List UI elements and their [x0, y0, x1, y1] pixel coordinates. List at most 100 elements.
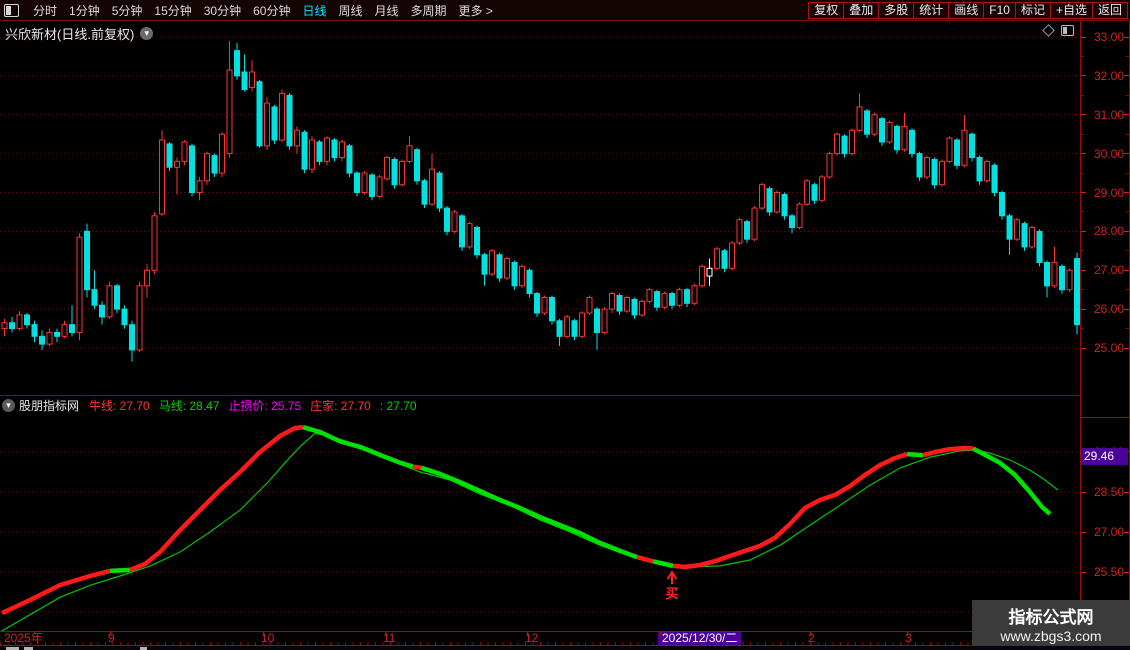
main-chart: 兴欣新材(日线.前复权) ▾ — [0, 21, 1080, 395]
candle — [969, 132, 975, 162]
month-tick — [527, 632, 528, 636]
candle — [114, 283, 120, 314]
toolbar-button[interactable]: +自选 — [1049, 1, 1093, 19]
candle — [519, 264, 525, 288]
candle — [331, 138, 338, 162]
candlestick-chart — [0, 36, 1080, 362]
candle — [774, 190, 780, 214]
candle — [249, 60, 255, 92]
period-tab[interactable]: 5分钟 — [112, 2, 143, 19]
axis-tick — [1126, 328, 1129, 330]
candle — [571, 318, 578, 341]
axis-tick — [1124, 491, 1129, 493]
candle — [84, 223, 90, 298]
period-tab[interactable]: 分时 — [33, 2, 57, 19]
toolbar-button[interactable]: 画线 — [948, 1, 985, 19]
axis-tick — [1124, 153, 1129, 155]
candle — [511, 260, 518, 290]
candle — [1, 318, 8, 337]
panel-toggle-icon[interactable] — [1061, 25, 1074, 36]
candle — [234, 42, 240, 80]
axis-tick — [1124, 75, 1129, 77]
candle — [264, 97, 270, 150]
toolbar-button[interactable]: 返回 — [1091, 1, 1128, 19]
candle — [804, 178, 810, 207]
period-tab[interactable]: 15分钟 — [154, 2, 191, 19]
axis-tick — [1126, 250, 1129, 252]
bull-line-segment — [652, 559, 674, 569]
toolbar-button[interactable]: 多股 — [878, 1, 915, 19]
chevron-down-icon[interactable]: ▾ — [140, 27, 154, 40]
toolbar-right-buttons: 复权 叠加 多股 统计 画线 F10 标记 +自选 返回 — [808, 1, 1128, 19]
indicator-panel: 买 — [0, 414, 1080, 633]
price-axis: 33.00 32.00 31.00 30.00 29.00 28.00 27.00 26.00… — [1080, 21, 1130, 631]
axis-tick — [1124, 114, 1129, 116]
bull-line-segment — [109, 567, 131, 574]
period-tab[interactable]: 日线 — [302, 2, 326, 19]
candle — [976, 155, 983, 185]
axis-tick — [1081, 36, 1086, 38]
candle — [136, 281, 143, 352]
candle — [886, 120, 893, 144]
candle — [984, 159, 990, 183]
candle — [241, 54, 248, 92]
candle — [39, 330, 45, 350]
toolbar-button[interactable]: F10 — [983, 1, 1016, 19]
axis-tick — [1081, 491, 1086, 493]
bull-line-segment — [636, 554, 654, 564]
indicator-value: 牛线: 27.70 — [89, 398, 150, 413]
candle — [1021, 221, 1028, 251]
chart-corner-icons — [1042, 24, 1074, 37]
price-axis-label: 31.00 — [1093, 107, 1124, 122]
diamond-icon[interactable] — [1042, 24, 1055, 37]
period-tab[interactable]: 60分钟 — [253, 2, 290, 19]
candle — [76, 233, 83, 341]
period-tab[interactable]: 月线 — [375, 2, 399, 19]
axis-tick — [1124, 36, 1129, 38]
candle — [871, 112, 878, 137]
candle — [391, 157, 398, 189]
candle — [24, 313, 30, 329]
candle — [789, 213, 795, 234]
toolbar-button[interactable]: 复权 — [808, 1, 845, 19]
candle — [69, 305, 75, 337]
candle — [436, 171, 443, 212]
period-tab[interactable]: 30分钟 — [204, 2, 241, 19]
candle — [1051, 246, 1058, 288]
time-axis-label: 3 — [905, 631, 912, 645]
period-tab[interactable]: 周线 — [338, 2, 362, 19]
watermark-title: 指标公式网 — [1008, 608, 1094, 627]
indicator-chevron-icon[interactable]: ▾ — [2, 398, 15, 412]
watermark-url: www.zbgs3.com — [1000, 628, 1102, 644]
candle — [414, 147, 420, 185]
toolbar-button[interactable]: 叠加 — [843, 1, 880, 19]
time-axis-ticks — [0, 642, 1080, 645]
price-axis-label: 30.00 — [1093, 146, 1124, 161]
candle — [916, 151, 923, 181]
axis-tick — [1081, 75, 1086, 77]
layout-icon[interactable] — [4, 3, 19, 17]
axis-tick — [1126, 211, 1129, 213]
candle — [256, 79, 263, 148]
candle — [714, 246, 720, 271]
candle — [496, 252, 503, 282]
toolbar-button[interactable]: 统计 — [913, 1, 950, 19]
period-tab[interactable]: 1分钟 — [69, 2, 100, 19]
axis-tick — [1126, 55, 1129, 57]
bull-line-segment — [302, 425, 414, 469]
time-axis-label: 2025年 — [4, 631, 43, 645]
period-tab[interactable]: 多周期 — [411, 2, 447, 19]
period-tab-bar: 分时 1分钟 5分钟 15分钟 30分钟 60分钟 日线 周线 月线 多周期 更多 > — [27, 2, 499, 19]
candle — [406, 136, 413, 164]
candle — [639, 299, 645, 317]
period-tab[interactable]: 更多 > — [459, 2, 493, 19]
month-tick — [110, 632, 111, 636]
indicator-axis-label: 27.00 — [1093, 525, 1124, 539]
candle — [166, 141, 173, 172]
month-tick — [810, 632, 811, 636]
candle — [1059, 264, 1065, 294]
axis-tick — [1081, 269, 1086, 271]
axis-tick — [1081, 153, 1086, 155]
stock-title-label: 兴欣新材(日线.前复权) — [5, 27, 135, 42]
toolbar-button[interactable]: 标记 — [1014, 1, 1051, 19]
